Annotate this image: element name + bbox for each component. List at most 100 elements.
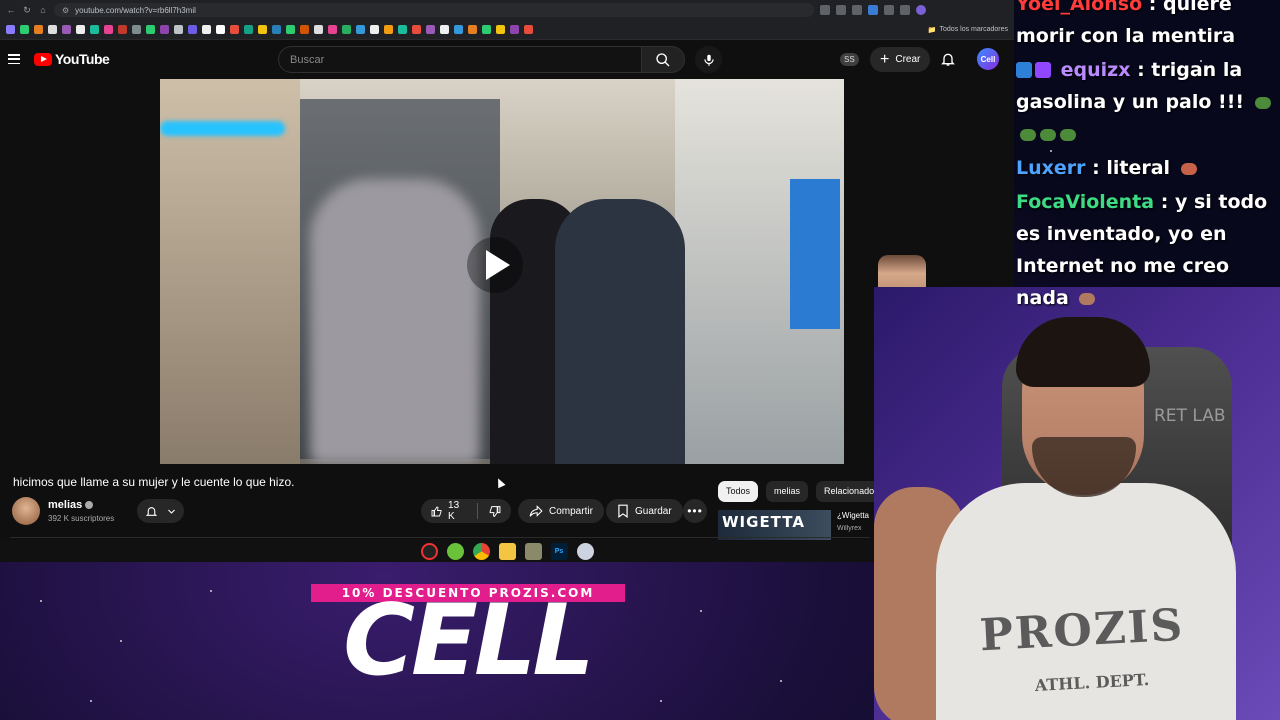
bookmark-icon[interactable] — [76, 25, 85, 34]
reload-icon[interactable]: ↻ — [22, 5, 32, 16]
bookmark-icon[interactable] — [244, 25, 253, 34]
bookmark-icon[interactable] — [174, 25, 183, 34]
bookmark-icon[interactable] — [160, 25, 169, 34]
zoom-icon[interactable] — [820, 5, 830, 15]
bookmark-icon[interactable] — [300, 25, 309, 34]
video-frame-person — [555, 199, 685, 464]
recommended-video-title[interactable]: ¿Wigetta — [837, 511, 877, 520]
bookmark-icon[interactable] — [104, 25, 113, 34]
video-player[interactable] — [160, 79, 844, 464]
all-bookmarks-folder[interactable]: 📁 Todos los marcadores — [928, 26, 1008, 34]
channel-name[interactable]: melias — [48, 499, 94, 511]
thumbnail-text: WIGETTA — [722, 513, 805, 531]
face-emote-icon — [1079, 293, 1096, 305]
bookmark-icon[interactable] — [6, 25, 15, 34]
bookmark-icon[interactable] — [188, 25, 197, 34]
thumbs-up-icon — [431, 505, 442, 516]
recommended-video-thumbnail[interactable]: WIGETTA — [718, 510, 831, 540]
bookmark-icon[interactable] — [524, 25, 533, 34]
account-avatar[interactable]: Cell — [977, 48, 999, 70]
chat-username: Yoel_Alonso — [1016, 0, 1143, 15]
url-field[interactable]: ⚙ youtube.com/watch?v=rb6ll7h3mil — [54, 3, 814, 17]
obs-icon[interactable] — [420, 542, 438, 560]
bookmark-icon[interactable] — [216, 25, 225, 34]
chrome-icon[interactable] — [472, 542, 490, 560]
prime-badge-icon — [1016, 62, 1032, 78]
bookmark-icon[interactable] — [370, 25, 379, 34]
bookmark-icon[interactable] — [34, 25, 43, 34]
like-count: 13 K — [448, 500, 460, 522]
save-button[interactable]: Guardar — [606, 499, 683, 523]
home-icon[interactable]: ⌂ — [38, 5, 48, 15]
recommended-video-channel[interactable]: Willyrex — [837, 525, 877, 532]
bookmark-icon[interactable] — [482, 25, 491, 34]
extensions-puzzle-icon[interactable] — [900, 5, 910, 15]
plus-icon: + — [880, 50, 890, 68]
subscription-notifications-button[interactable] — [137, 499, 184, 523]
face-emote-icon — [1180, 163, 1197, 175]
extension-icon[interactable] — [884, 5, 894, 15]
chip-todos[interactable]: Todos — [718, 481, 759, 502]
chevron-down-icon — [168, 509, 175, 514]
voice-search-button[interactable] — [695, 46, 722, 73]
bookmark-icon[interactable] — [426, 25, 435, 34]
app-icon[interactable] — [446, 542, 464, 560]
channel-avatar[interactable] — [12, 497, 40, 525]
bookmark-icon[interactable] — [398, 25, 407, 34]
dislike-button[interactable] — [478, 499, 511, 523]
file-explorer-icon[interactable] — [498, 542, 516, 560]
notifications-button[interactable] — [940, 51, 956, 72]
bookmark-icon[interactable] — [510, 25, 519, 34]
bookmark-star-icon[interactable] — [852, 5, 862, 15]
bookmark-icon[interactable] — [342, 25, 351, 34]
video-frame-poster — [790, 179, 840, 329]
install-icon[interactable] — [836, 5, 846, 15]
bookmark-icon[interactable] — [384, 25, 393, 34]
back-icon[interactable]: ← — [6, 5, 16, 15]
bookmark-icon[interactable] — [314, 25, 323, 34]
search-input[interactable] — [290, 53, 641, 66]
bookmark-icon[interactable] — [356, 25, 365, 34]
search-button[interactable] — [641, 46, 685, 73]
chair-logo-text: RET LAB — [1154, 406, 1226, 426]
more-actions-button[interactable]: ••• — [683, 499, 707, 523]
bookmark-icon[interactable] — [440, 25, 449, 34]
bookmark-icon[interactable] — [90, 25, 99, 34]
bookmark-icon[interactable] — [272, 25, 281, 34]
like-button[interactable]: 13 K — [421, 499, 477, 523]
bookmark-icon[interactable] — [328, 25, 337, 34]
bookmark-icon[interactable] — [62, 25, 71, 34]
chip-melias[interactable]: melias — [766, 481, 809, 502]
share-button[interactable]: Compartir — [518, 499, 604, 523]
share-label: Compartir — [549, 505, 593, 517]
app-icon[interactable] — [524, 542, 542, 560]
ss-badge[interactable]: SS — [840, 53, 859, 66]
bookmark-icon[interactable] — [20, 25, 29, 34]
search-box[interactable] — [278, 46, 642, 73]
bookmark-icon[interactable] — [412, 25, 421, 34]
star — [210, 590, 212, 592]
bookmark-icon[interactable] — [202, 25, 211, 34]
menu-icon[interactable] — [8, 54, 20, 64]
extension-icon[interactable] — [868, 5, 878, 15]
profile-icon[interactable] — [916, 5, 926, 15]
bookmark-icon[interactable] — [496, 25, 505, 34]
youtube-logo[interactable]: YouTube — [34, 51, 110, 67]
bookmark-icon[interactable] — [230, 25, 239, 34]
create-button[interactable]: + Crear — [870, 47, 931, 72]
bookmark-icon[interactable] — [118, 25, 127, 34]
bookmark-icon[interactable] — [468, 25, 477, 34]
bookmark-icon[interactable] — [286, 25, 295, 34]
app-icon[interactable] — [576, 542, 594, 560]
bookmark-icon[interactable] — [146, 25, 155, 34]
site-info-icon[interactable]: ⚙ — [62, 6, 69, 15]
chat-username: equizx — [1060, 59, 1131, 81]
like-dislike-group: 13 K — [421, 499, 511, 523]
chip-relacionado[interactable]: Relacionado — [816, 481, 883, 502]
photoshop-icon[interactable]: Ps — [550, 542, 568, 560]
bookmark-icon[interactable] — [132, 25, 141, 34]
bookmark-icon[interactable] — [48, 25, 57, 34]
play-button[interactable] — [467, 237, 523, 293]
bookmark-icon[interactable] — [454, 25, 463, 34]
bookmark-icon[interactable] — [258, 25, 267, 34]
